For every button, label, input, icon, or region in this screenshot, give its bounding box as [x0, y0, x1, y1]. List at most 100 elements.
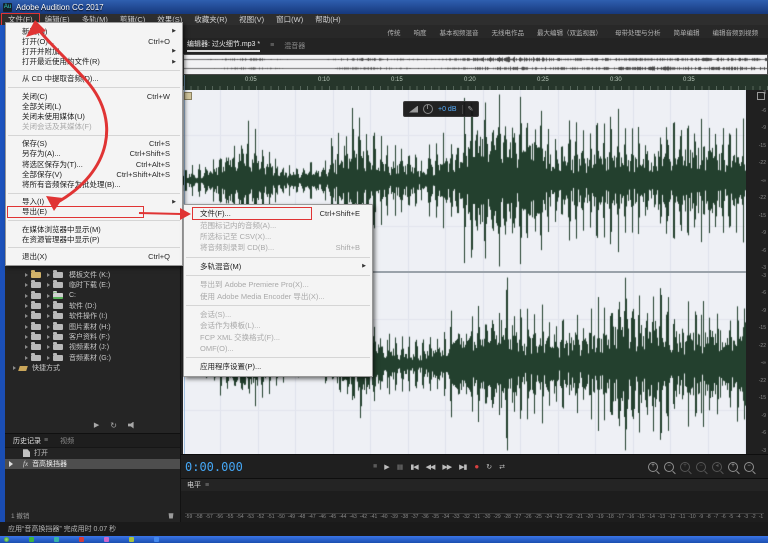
disclosure-icon[interactable] — [47, 325, 50, 329]
rewind[interactable]: ◀◀ — [426, 463, 435, 471]
export-submenu-item[interactable]: 多轨混音(M) — [184, 261, 372, 272]
软件 (D:)[interactable]: 软件 (D:) — [5, 301, 180, 311]
disclosure-icon[interactable] — [47, 335, 50, 339]
export-submenu-item[interactable]: 使用 Adobe Media Encoder 导出(X)... — [184, 290, 372, 301]
file-menu-item[interactable]: 打开(O)... Ctrl+O — [6, 36, 182, 46]
panel-corner-icon[interactable] — [757, 92, 765, 100]
disclosure-icon[interactable] — [25, 273, 28, 277]
file-menu-item[interactable]: 关闭会话及其媒体(F) — [6, 122, 182, 132]
file-menu-item[interactable]: 新建(N) — [6, 26, 182, 36]
skip-back[interactable]: ▮◀ — [410, 463, 417, 471]
disclosure-icon[interactable] — [47, 345, 50, 349]
taskbar-app-icon[interactable] — [154, 537, 159, 542]
file-menu-item[interactable]: 打开并附加 — [6, 46, 182, 56]
history-item[interactable]: fx 音高换挡器 — [5, 459, 180, 470]
export-submenu-item[interactable]: FCP XML 交换格式(F)... — [184, 332, 372, 343]
ruler-start-marker[interactable] — [184, 92, 192, 100]
file-menu-item[interactable]: 关闭未使用媒体(U) — [6, 111, 182, 121]
zoom-out-time[interactable]: − — [696, 462, 706, 472]
file-menu-item[interactable]: 打开最近使用的文件(R) — [6, 57, 182, 67]
zoom-in[interactable]: + — [648, 462, 658, 472]
图片素材 (H:)[interactable]: 图片素材 (H:) — [5, 321, 180, 331]
time-display[interactable]: 0:00.000 — [185, 460, 243, 474]
taskbar-app-icon[interactable] — [79, 537, 84, 542]
file-menu-item[interactable]: 在资源管理器中显示(P) — [6, 234, 182, 244]
disclosure-icon[interactable] — [25, 304, 28, 308]
timeline-ruler[interactable]: 0:050:100:150:200:250:300:35 — [183, 75, 768, 90]
panel-menu-icon[interactable]: ≡ — [270, 42, 274, 49]
tab-history[interactable]: 历史记录 ≡ — [13, 436, 48, 446]
volume-hud[interactable]: +0 dB ✎ — [403, 101, 479, 117]
zoom-in-time[interactable]: + — [680, 462, 690, 472]
stop[interactable]: ■ — [373, 463, 376, 470]
disclosure-icon[interactable] — [25, 325, 28, 329]
disclosure-icon[interactable] — [25, 314, 28, 318]
export-submenu-item[interactable]: 应用程序设置(P)... — [184, 361, 372, 372]
volume-knob-icon[interactable] — [423, 104, 433, 114]
export-submenu-item[interactable]: 会话作为模板(L)... — [184, 320, 372, 331]
tab-editor[interactable]: 编辑器: 过火细节.mp3 * — [187, 39, 260, 52]
taskbar-app-icon[interactable] — [54, 537, 59, 542]
export-submenu-item[interactable]: 文件(F)... Ctrl+Shift+E — [184, 208, 372, 219]
zoom-out[interactable]: − — [664, 462, 674, 472]
disclosure-icon[interactable] — [47, 304, 50, 308]
disclosure-icon[interactable] — [25, 283, 28, 287]
客户资料 (F:)[interactable]: 客户资料 (F:) — [5, 332, 180, 342]
音频素材 (G:)[interactable]: 音频素材 (G:) — [5, 352, 180, 362]
volume-db-value[interactable]: +0 dB — [438, 106, 457, 113]
软件操作 (I:)[interactable]: 软件操作 (I:) — [5, 311, 180, 321]
pencil-icon[interactable]: ✎ — [468, 105, 474, 113]
export-submenu-item[interactable]: 将音频刻录到 CD(B)... Shift+B — [184, 242, 372, 253]
taskbar-app-icon[interactable] — [129, 537, 134, 542]
C:[interactable]: C: — [5, 291, 180, 301]
disclosure-icon[interactable] — [25, 345, 28, 349]
skip-forward[interactable]: ▶▮ — [459, 463, 466, 471]
file-menu-item[interactable]: 保存(S) Ctrl+S — [6, 139, 182, 149]
preview-volume-icon[interactable] — [128, 422, 136, 429]
file-menu-item[interactable]: 关闭(C) Ctrl+W — [6, 91, 182, 101]
preview-play-icon[interactable]: ▶ — [94, 421, 99, 429]
disclosure-icon[interactable] — [25, 335, 28, 339]
zoom-out-amplitude[interactable]: − — [744, 462, 754, 472]
file-menu-item[interactable]: 全部保存(V) Ctrl+Shift+Alt+S — [6, 169, 182, 179]
play[interactable]: ▶ — [384, 463, 388, 471]
trash-icon[interactable] — [168, 512, 174, 519]
tab-mixer[interactable]: 混音器 — [284, 41, 305, 51]
file-menu-item[interactable]: 另存为(A)... Ctrl+Shift+S — [6, 149, 182, 159]
history-item[interactable]: fx 打开 — [5, 448, 180, 459]
export-submenu-item[interactable]: 会话(S)... — [184, 309, 372, 320]
shortcuts-row[interactable]: 快捷方式 — [5, 363, 180, 373]
pause[interactable]: ▮▮ — [397, 463, 403, 471]
export-submenu-item[interactable]: OMF(O)... — [184, 343, 372, 354]
file-menu-item[interactable]: 将选区保存为(T)... Ctrl+Alt+S — [6, 159, 182, 169]
waveform-overview[interactable] — [183, 54, 768, 75]
menu-bar-item[interactable]: 窗口(W) — [270, 14, 309, 25]
export-submenu-item[interactable]: 范围标记内的音频(A)... — [184, 219, 372, 230]
file-menu-item[interactable]: 从 CD 中提取音频(D)... — [6, 74, 182, 84]
tab-video[interactable]: 视频 — [60, 436, 74, 446]
file-menu-item[interactable]: 导出(E) — [6, 207, 182, 217]
file-menu-item[interactable]: 全部关闭(L) — [6, 101, 182, 111]
record[interactable]: ● — [474, 462, 478, 471]
disclosure-icon[interactable] — [47, 294, 50, 298]
panel-menu-icon[interactable]: ≡ — [44, 437, 48, 444]
loop-playback[interactable]: ↻ — [486, 463, 491, 471]
taskbar-app-icon[interactable] — [104, 537, 109, 542]
disclosure-icon[interactable] — [47, 356, 50, 360]
file-menu-item[interactable]: 在媒体浏览器中显示(M) — [6, 224, 182, 234]
menu-bar-item[interactable]: 收藏夹(R) — [188, 14, 233, 25]
preview-loop-icon[interactable]: ↻ — [110, 422, 117, 429]
file-menu-item[interactable]: 将所有音频保存为批处理(B)... — [6, 179, 182, 189]
disclosure-icon[interactable] — [47, 283, 50, 287]
taskbar-app-icon[interactable] — [29, 537, 34, 542]
menu-bar-item[interactable]: 帮助(H) — [309, 14, 346, 25]
skip-selection[interactable]: ⇄ — [499, 463, 504, 471]
menu-bar-item[interactable]: 视图(V) — [233, 14, 270, 25]
panel-menu-icon[interactable]: ≡ — [205, 482, 209, 489]
模板文件 (K:)[interactable]: 模板文件 (K:) — [5, 270, 180, 280]
zoom-selection[interactable]: ◂ — [712, 462, 722, 472]
file-menu-item[interactable]: 退出(X) Ctrl+Q — [6, 251, 182, 261]
disclosure-icon[interactable] — [25, 294, 28, 298]
export-submenu-item[interactable]: 所选标记至 CSV(X)... — [184, 231, 372, 242]
disclosure-icon[interactable] — [47, 314, 50, 318]
